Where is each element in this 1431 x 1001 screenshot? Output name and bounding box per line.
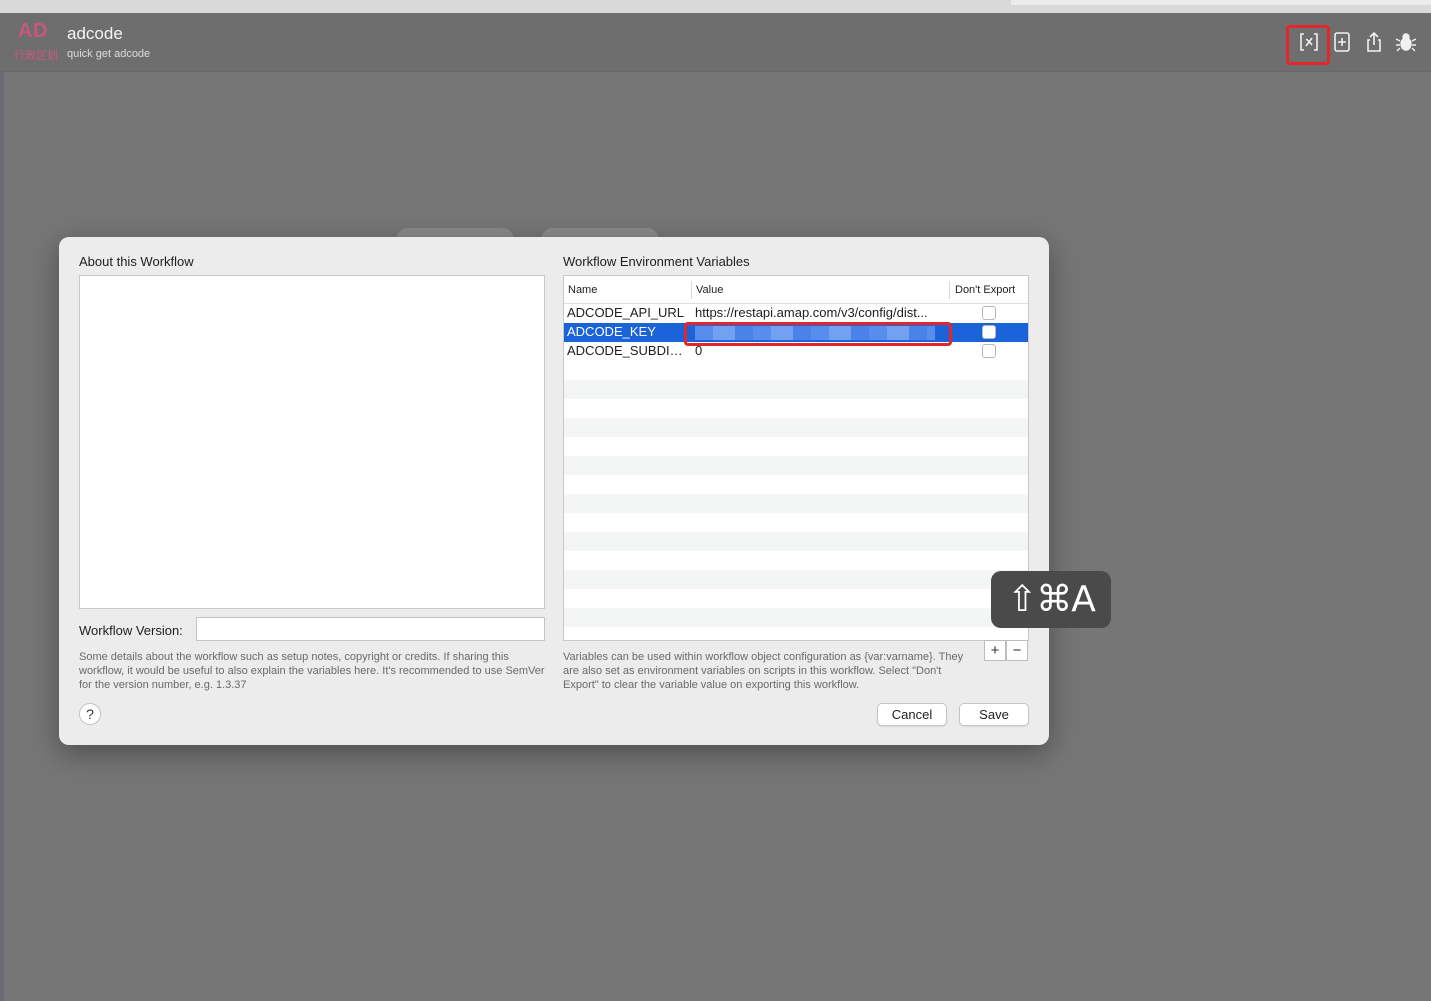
workflow-logo: AD 行政区划 [14,20,60,64]
remove-variable-button[interactable]: − [1006,640,1028,661]
env-help-text: Variables can be used within workflow ob… [563,651,964,691]
row-name: ADCODE_KEY [567,324,656,339]
bug-icon [1395,33,1417,52]
workflow-header: AD 行政区划 adcode quick get adcode [0,13,1431,72]
empty-row [564,456,1028,475]
add-object-button[interactable] [1329,29,1355,55]
save-button[interactable]: Save [959,703,1029,726]
key-value-highlight [684,322,952,346]
share-button[interactable] [1361,29,1387,55]
cancel-button[interactable]: Cancel [877,703,947,726]
empty-row [564,418,1028,437]
workflow-name: adcode [67,24,123,43]
table-header: Name Value Don't Export [564,276,1028,304]
row-value: https://restapi.amap.com/v3/config/dist.… [695,305,928,320]
canvas-left-edge [0,72,4,1001]
about-textarea[interactable] [79,275,545,609]
empty-row [564,532,1028,551]
logo-subtext: 行政区划 [14,49,58,62]
workflow-subtitle: quick get adcode [67,48,151,60]
workflow-configuration-dialog: About this Workflow Workflow Version: So… [59,237,1049,745]
version-label: Workflow Version: [79,623,183,638]
row-name: ADCODE_SUBDIS... [567,343,687,358]
debug-button[interactable] [1393,29,1419,55]
env-title: Workflow Environment Variables [563,254,750,269]
empty-row [564,380,1028,399]
logo-text: AD [18,20,48,42]
variables-button-highlight [1286,25,1330,65]
app-window: AD 行政区划 adcode quick get adcode About th… [0,0,1431,1001]
dont-export-checkbox[interactable] [982,306,996,320]
column-name[interactable]: Name [568,284,597,296]
dont-export-checkbox[interactable] [982,344,996,358]
column-value[interactable]: Value [696,284,723,296]
add-variable-button[interactable]: + [984,640,1006,661]
empty-row [564,608,1028,627]
help-button[interactable]: ? [79,703,101,725]
empty-row [564,570,1028,589]
keystroke-overlay: ⇧⌘A [991,571,1111,628]
empty-row [564,494,1028,513]
dont-export-checkbox[interactable] [982,325,996,339]
window-top-strip [0,0,1431,13]
version-input[interactable] [196,617,545,641]
about-help-text: Some details about the workflow such as … [79,651,545,691]
column-dont-export[interactable]: Don't Export [955,284,1015,296]
about-title: About this Workflow [79,254,194,269]
table-row[interactable]: ADCODE_API_URL https://restapi.amap.com/… [564,304,1028,323]
share-icon [1367,31,1381,52]
add-object-icon [1334,32,1350,52]
row-name: ADCODE_API_URL [567,305,685,320]
